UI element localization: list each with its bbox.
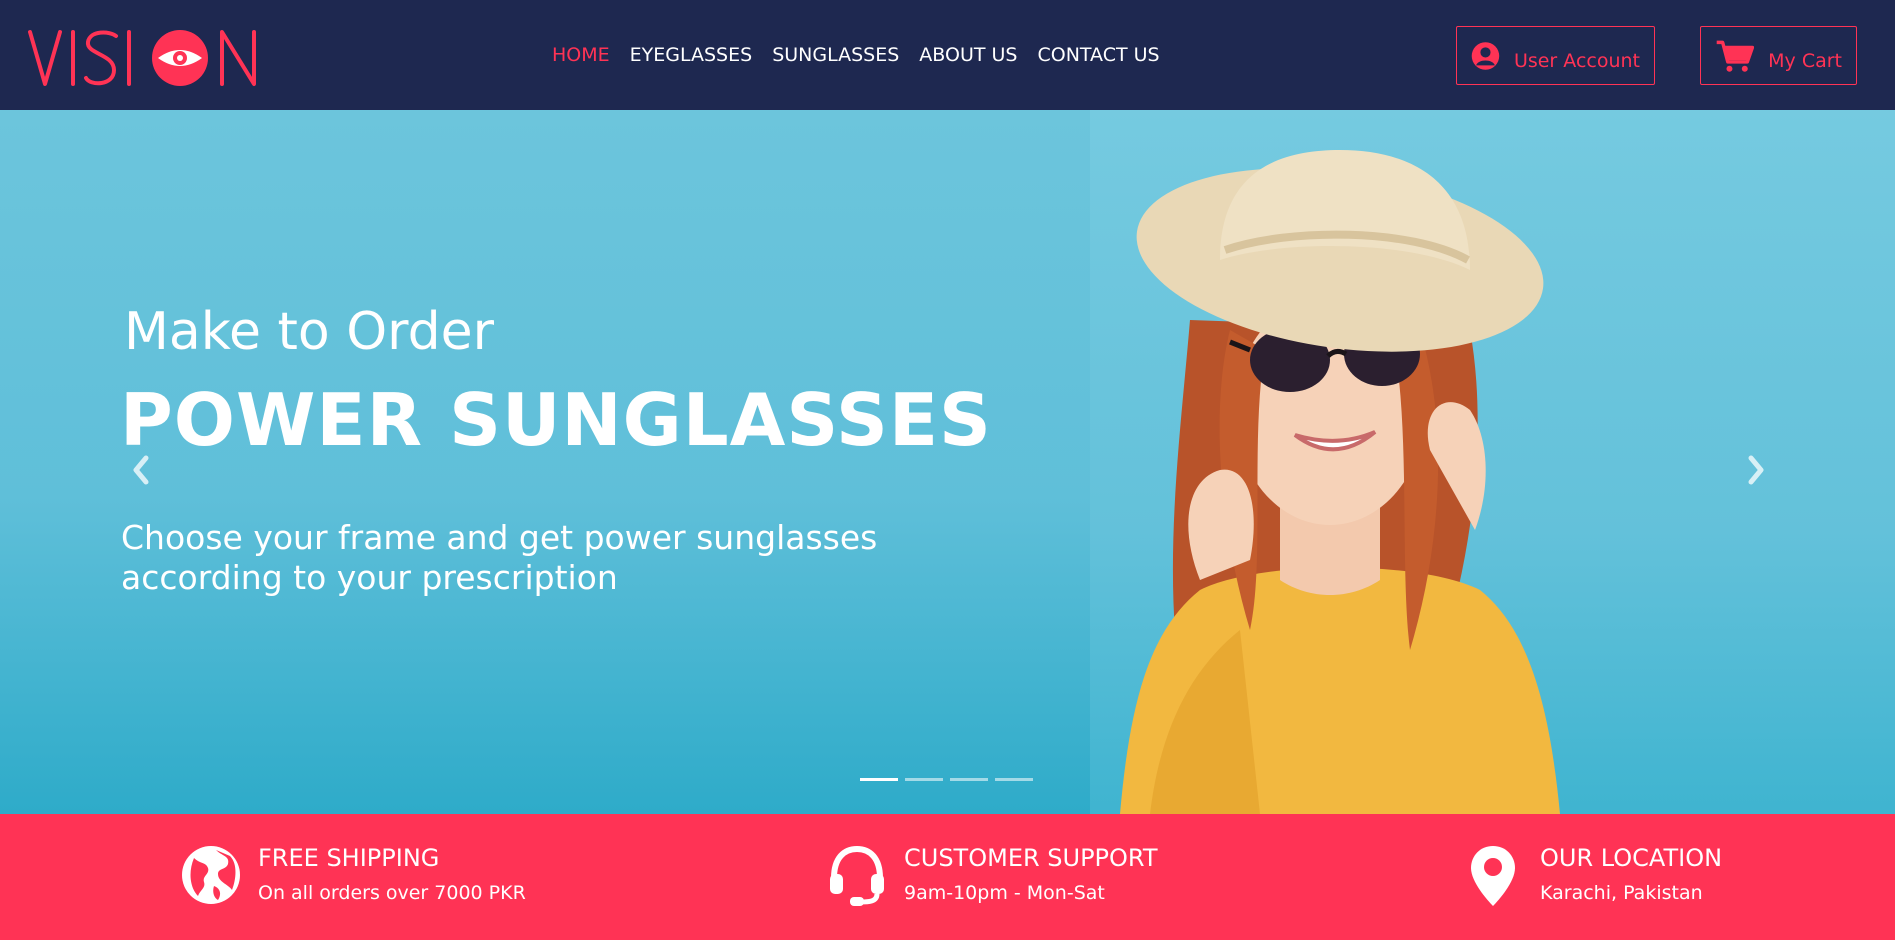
feature-title: FREE SHIPPING [258, 844, 440, 872]
my-cart-button[interactable]: My Cart [1700, 26, 1857, 85]
my-cart-label: My Cart [1768, 49, 1842, 72]
site-header: HOME EYEGLASSES SUNGLASSES ABOUT US CONT… [0, 0, 1895, 110]
hero-subtitle: Choose your frame and get power sunglass… [121, 518, 878, 597]
hero-carousel: Make to Order POWER SUNGLASSES Choose yo… [0, 110, 1895, 814]
nav-sunglasses[interactable]: SUNGLASSES [772, 44, 899, 66]
headset-icon [830, 845, 884, 906]
user-account-button[interactable]: User Account [1456, 26, 1655, 85]
feature-free-shipping: FREE SHIPPING On all orders over 7000 PK… [180, 844, 526, 906]
feature-our-location: OUR LOCATION Karachi, Pakistan [1462, 844, 1722, 906]
feature-title: OUR LOCATION [1540, 844, 1723, 872]
map-pin-icon [1471, 846, 1515, 906]
carousel-indicators [860, 778, 1033, 781]
globe-icon [182, 846, 240, 904]
nav-home[interactable]: HOME [552, 44, 610, 66]
feature-title: CUSTOMER SUPPORT [904, 844, 1158, 872]
hero-title: POWER SUNGLASSES [120, 378, 992, 462]
features-bar: FREE SHIPPING On all orders over 7000 PK… [0, 814, 1895, 940]
carousel-prev-arrow[interactable] [122, 450, 162, 490]
nav-contact-us[interactable]: CONTACT US [1037, 44, 1159, 66]
feature-customer-support: CUSTOMER SUPPORT 9am-10pm - Mon-Sat [826, 844, 1158, 906]
carousel-next-arrow[interactable] [1735, 450, 1775, 490]
carousel-indicator[interactable] [995, 778, 1033, 781]
nav-eyeglasses[interactable]: EYEGLASSES [630, 44, 753, 66]
main-nav: HOME EYEGLASSES SUNGLASSES ABOUT US CONT… [552, 44, 1180, 66]
carousel-indicator[interactable] [950, 778, 988, 781]
feature-subtitle: 9am-10pm - Mon-Sat [904, 882, 1105, 904]
user-circle-icon [1471, 41, 1500, 70]
carousel-indicator[interactable] [905, 778, 943, 781]
hero-model-photo [1120, 150, 1560, 814]
feature-subtitle: Karachi, Pakistan [1540, 882, 1703, 904]
feature-subtitle: On all orders over 7000 PKR [258, 882, 526, 904]
carousel-indicator[interactable] [860, 778, 898, 781]
vision-logo[interactable] [28, 28, 258, 88]
user-account-label: User Account [1513, 49, 1640, 72]
cart-icon [1716, 40, 1755, 72]
nav-about-us[interactable]: ABOUT US [919, 44, 1017, 66]
hero-kicker: Make to Order [124, 302, 495, 362]
